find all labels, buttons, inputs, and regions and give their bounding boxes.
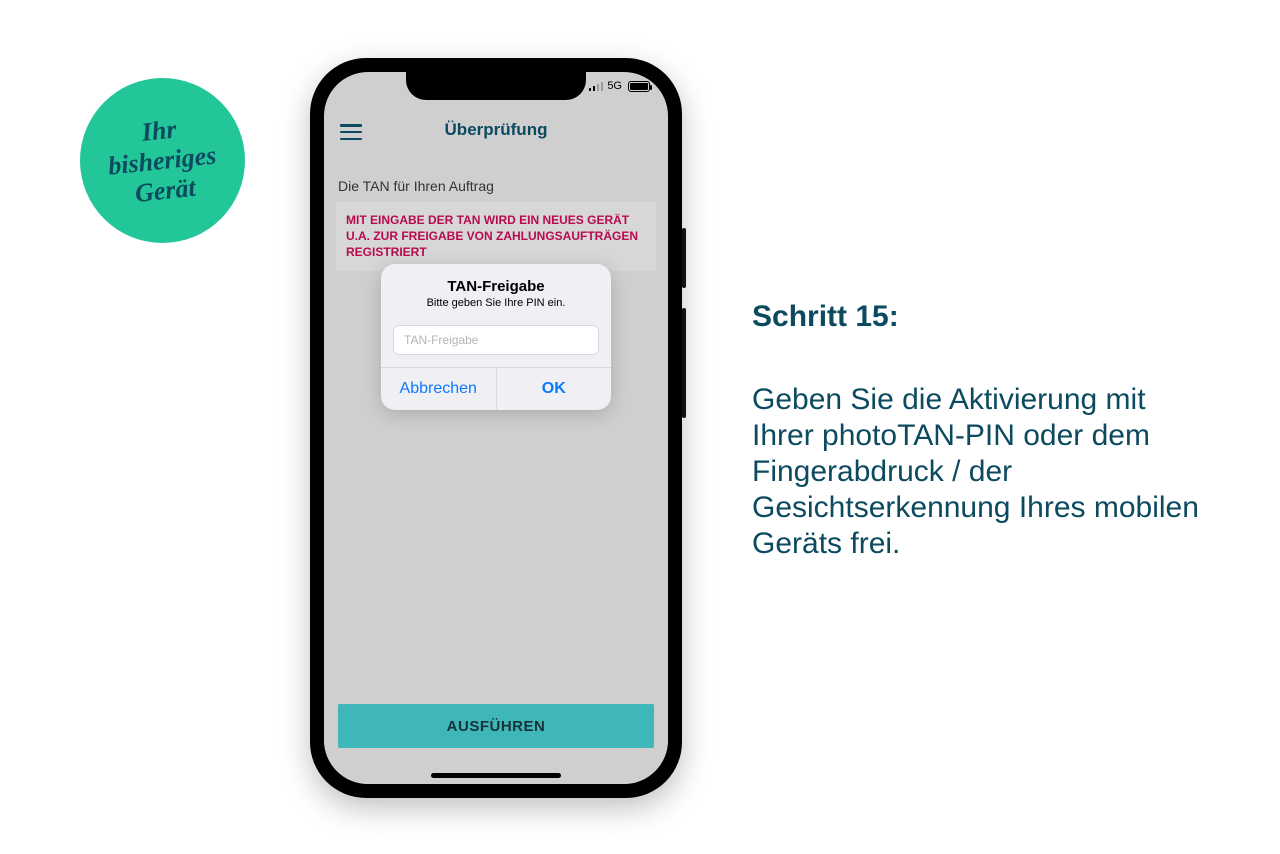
ok-button[interactable]: OK [497,368,612,410]
execute-button[interactable]: AUSFÜHREN [338,704,654,748]
header-title: Überprüfung [324,120,668,140]
status-bar: 5G [589,80,650,92]
network-label: 5G [607,80,622,92]
menu-icon[interactable] [340,124,362,140]
warning-banner: MIT EINGABE DER TAN WIRD EIN NEUES GERÄT… [336,202,656,271]
tan-info-label: Die TAN für Ihren Auftrag [324,164,668,202]
signal-icon [589,81,604,91]
notch [406,72,586,100]
pin-input[interactable] [393,325,599,355]
dialog-title: TAN-Freigabe [395,278,597,295]
battery-icon [628,81,650,92]
phone-mockup: 5G Überprüfung Die TAN für Ihren Auftrag… [310,58,682,798]
device-badge-text: Ihr bisheriges Gerät [104,110,221,211]
phone-screen: 5G Überprüfung Die TAN für Ihren Auftrag… [324,72,668,784]
dialog-subtitle: Bitte geben Sie Ihre PIN ein. [395,297,597,309]
home-indicator[interactable] [431,773,561,778]
cancel-button[interactable]: Abbrechen [381,368,497,410]
tan-dialog: TAN-Freigabe Bitte geben Sie Ihre PIN ei… [381,264,611,410]
instruction-panel: Schritt 15: Geben Sie die Aktivierung mi… [752,300,1202,562]
device-badge: Ihr bisheriges Gerät [80,78,245,243]
step-heading: Schritt 15: [752,300,1202,334]
step-body: Geben Sie die Aktivierung mit Ihrer phot… [752,382,1202,562]
app-content: Die TAN für Ihren Auftrag MIT EINGABE DE… [324,164,668,784]
